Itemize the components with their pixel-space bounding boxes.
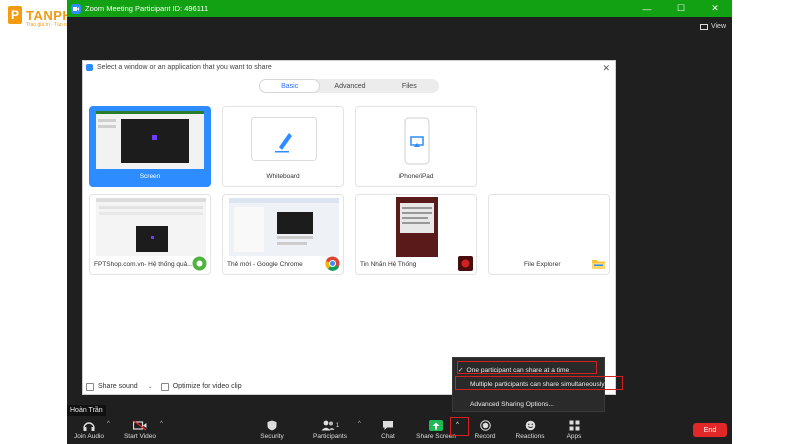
- chevron-down-icon[interactable]: ⌄: [148, 383, 153, 390]
- apps-icon: [567, 420, 581, 431]
- optimize-video-checkbox[interactable]: [160, 382, 169, 391]
- minimize-icon[interactable]: —: [630, 0, 664, 17]
- view-button[interactable]: View: [699, 23, 726, 30]
- close-icon[interactable]: ✕: [698, 0, 732, 17]
- chrome-icon: [325, 256, 340, 271]
- security-label: Security: [260, 433, 284, 440]
- participants-icon: 1: [319, 420, 341, 431]
- video-off-icon: [133, 420, 147, 431]
- end-meeting-button[interactable]: End: [693, 423, 727, 437]
- tile-label-tin-nhan: Tin Nhắn Hệ Thống: [360, 261, 417, 268]
- highlight-box-one-participant: [457, 361, 597, 374]
- menu-item-advanced-sharing[interactable]: Advanced Sharing Options...: [470, 398, 554, 410]
- chat-icon: [381, 420, 395, 431]
- zoom-window: Zoom Meeting Participant ID: 496111 — ☐ …: [67, 0, 732, 444]
- tile-file-explorer[interactable]: File Explorer: [488, 194, 610, 275]
- record-button[interactable]: Record: [465, 420, 505, 440]
- share-screen-icon: [429, 420, 443, 431]
- chat-button[interactable]: Chat: [368, 420, 408, 440]
- reactions-icon: [523, 420, 537, 431]
- highlight-box-multiple-participants: [455, 376, 623, 390]
- reactions-label: Reactions: [515, 433, 545, 440]
- grid-view-icon: [699, 23, 708, 30]
- tile-whiteboard[interactable]: Whiteboard: [222, 106, 344, 187]
- start-video-button[interactable]: Start Video: [120, 420, 160, 440]
- tile-label-screen: Screen: [139, 173, 161, 180]
- dialog-title: Select a window or an application that y…: [86, 64, 272, 71]
- join-audio-label: Join Audio: [74, 433, 104, 440]
- share-sound-label: Share sound: [98, 383, 138, 390]
- tab-advanced[interactable]: Advanced: [320, 79, 379, 93]
- join-audio-button[interactable]: Join Audio: [69, 420, 109, 440]
- fptshop-thumbnail: [96, 198, 206, 256]
- title-bar: Zoom Meeting Participant ID: 496111 — ☐ …: [67, 0, 732, 17]
- chat-label: Chat: [381, 433, 395, 440]
- screenshot: P TANPHAT Trao giá trị - Tạo niềm tin Zo…: [0, 0, 800, 444]
- tile-label-chrome: Thẻ mới - Google Chrome: [227, 261, 303, 268]
- participant-name-tag: Hoàn Trần: [67, 405, 106, 416]
- participants-count: 1: [335, 422, 340, 429]
- screen-thumbnail: [96, 111, 204, 169]
- shield-icon: [265, 420, 279, 431]
- record-icon: [478, 420, 492, 431]
- tile-screen[interactable]: Screen: [89, 106, 211, 187]
- participants-label: Participants: [313, 433, 347, 440]
- share-tabs: Basic Advanced Files: [259, 79, 439, 93]
- video-options-caret-icon[interactable]: ^: [160, 421, 163, 427]
- dialog-title-text: Select a window or an application that y…: [97, 64, 272, 71]
- tile-label-file-explorer: File Explorer: [524, 261, 561, 268]
- chrome-thumbnail: [229, 198, 339, 256]
- game-app-icon: [458, 256, 473, 271]
- tile-tin-nhan[interactable]: Tin Nhắn Hệ Thống: [355, 194, 477, 275]
- audio-options-caret-icon[interactable]: ^: [107, 421, 110, 427]
- maximize-icon[interactable]: ☐: [664, 0, 698, 17]
- tile-chrome[interactable]: Thẻ mới - Google Chrome: [222, 194, 344, 275]
- tab-basic[interactable]: Basic: [259, 79, 321, 93]
- window-controls: — ☐ ✕: [630, 0, 732, 17]
- record-label: Record: [474, 433, 496, 440]
- start-video-label: Start Video: [123, 433, 157, 440]
- optimize-video-label: Optimize for video clip: [172, 383, 242, 390]
- folder-icon: [592, 260, 605, 269]
- apps-button[interactable]: Apps: [554, 420, 594, 440]
- security-button[interactable]: Security: [252, 420, 292, 440]
- apps-label: Apps: [566, 433, 582, 440]
- tile-iphone-ipad[interactable]: iPhone/iPad: [355, 106, 477, 187]
- dialog-close-icon[interactable]: ✕: [602, 63, 610, 74]
- tab-files[interactable]: Files: [380, 79, 439, 93]
- share-sound-checkbox[interactable]: [86, 382, 94, 391]
- logo-mark: P: [8, 6, 22, 24]
- menu-item-advanced-sharing-label: Advanced Sharing Options...: [470, 400, 554, 408]
- view-label: View: [710, 23, 726, 30]
- whiteboard-icon: [251, 117, 317, 161]
- participants-button[interactable]: 1 Participants: [310, 420, 350, 440]
- tile-fptshop[interactable]: FPTShop.com.vn- Hệ thống quả...: [89, 194, 211, 275]
- tile-label-iphone: iPhone/iPad: [398, 173, 434, 180]
- message-thumbnail: [396, 197, 438, 257]
- share-dialog: Select a window or an application that y…: [82, 60, 616, 395]
- iphone-icon: [404, 117, 430, 165]
- window-title: Zoom Meeting Participant ID: 496111: [85, 4, 209, 13]
- zoom-small-icon: [86, 64, 93, 71]
- tile-label-fptshop: FPTShop.com.vn- Hệ thống quả...: [94, 261, 192, 268]
- reactions-button[interactable]: Reactions: [510, 420, 550, 440]
- participants-caret-icon[interactable]: ^: [358, 421, 361, 427]
- headphones-icon: [82, 420, 96, 431]
- tile-label-whiteboard: Whiteboard: [266, 173, 300, 180]
- zoom-app-icon: [71, 3, 81, 14]
- share-options-caret-icon[interactable]: ^: [456, 422, 459, 428]
- browser-app-icon: [192, 256, 207, 271]
